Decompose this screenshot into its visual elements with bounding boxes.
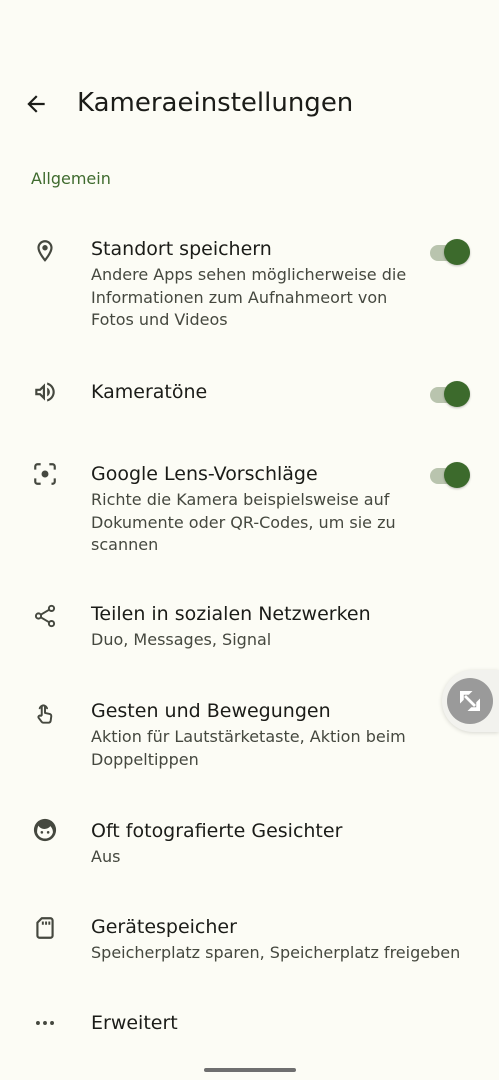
location-pin-icon (30, 236, 60, 266)
setting-title: Erweitert (91, 1012, 178, 1034)
setting-title: Oft fotografierte Gesichter (91, 820, 343, 842)
setting-advanced[interactable]: Erweitert (0, 1003, 499, 1043)
setting-subtitle: Andere Apps sehen möglicherweise die Inf… (91, 265, 407, 329)
setting-title: Gerätespeicher (91, 916, 237, 938)
setting-subtitle: Speicherplatz sparen, Speicherplatz frei… (91, 943, 461, 962)
setting-storage[interactable]: Gerätespeicher Speicherplatz sparen, Spe… (0, 906, 499, 976)
setting-subtitle: Richte die Kamera beispielsweise auf Dok… (91, 490, 396, 554)
setting-faces[interactable]: Oft fotografierte Gesichter Aus (0, 810, 499, 880)
navigation-gesture-bar[interactable] (204, 1068, 296, 1072)
share-icon (30, 601, 60, 631)
setting-title: Google Lens-Vorschläge (91, 463, 318, 485)
setting-title: Standort speichern (91, 238, 272, 260)
arrow-back-icon (27, 95, 45, 113)
setting-subtitle: Aktion für Lautstärketaste, Aktion beim … (91, 727, 406, 769)
setting-title: Gesten und Bewegungen (91, 700, 331, 722)
more-horiz-icon (30, 1008, 60, 1038)
setting-gestures[interactable]: Gesten und Bewegungen Aktion für Lautstä… (0, 690, 499, 785)
setting-subtitle: Aus (91, 847, 121, 866)
floating-screenshot-button[interactable] (442, 670, 499, 732)
setting-title: Teilen in sozialen Netzwerken (91, 603, 371, 625)
lens-icon (30, 459, 60, 489)
setting-title: Kameratöne (91, 381, 208, 403)
sd-card-icon (30, 913, 60, 943)
toggle-thumb (444, 381, 470, 407)
gesture-touch-icon (30, 699, 60, 729)
setting-save-location[interactable]: Standort speichern Andere Apps sehen mög… (0, 228, 499, 343)
save-location-toggle[interactable] (428, 239, 472, 265)
speaker-icon (30, 377, 60, 407)
section-header-allgemein: Allgemein (31, 169, 111, 188)
toggle-thumb (444, 239, 470, 265)
camera-sounds-toggle[interactable] (428, 381, 472, 407)
toggle-thumb (444, 462, 470, 488)
setting-camera-sounds[interactable]: Kameratöne (0, 370, 499, 420)
face-icon (30, 815, 60, 845)
page-title: Kameraeinstellungen (77, 88, 354, 118)
top-app-bar: Kameraeinstellungen (0, 0, 499, 150)
setting-google-lens[interactable]: Google Lens-Vorschläge Richte die Kamera… (0, 452, 499, 567)
google-lens-toggle[interactable] (428, 462, 472, 488)
back-button[interactable] (16, 84, 56, 124)
setting-subtitle: Duo, Messages, Signal (91, 630, 272, 649)
setting-social-sharing[interactable]: Teilen in sozialen Netzwerken Duo, Messa… (0, 594, 499, 664)
screenshot-tool-icon (447, 678, 493, 724)
